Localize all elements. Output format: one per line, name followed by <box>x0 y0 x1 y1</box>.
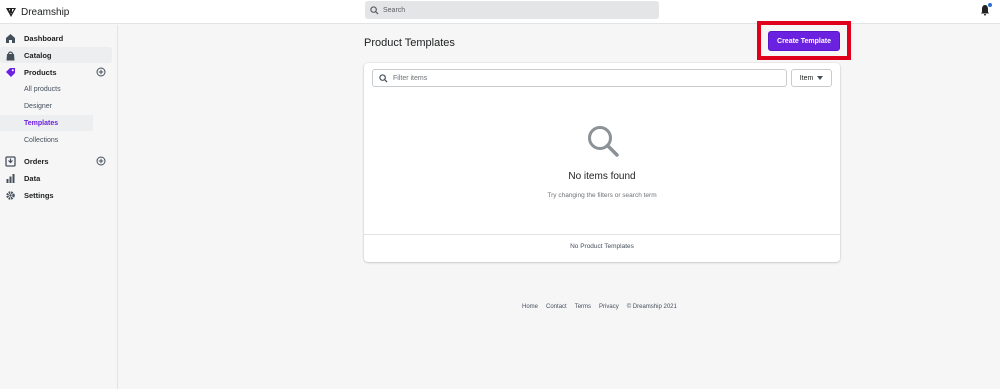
empty-state-title: No items found <box>568 171 636 182</box>
footer-link-contact[interactable]: Contact <box>546 304 567 310</box>
create-template-button[interactable]: Create Template <box>768 31 840 51</box>
plus-circle-icon[interactable] <box>96 156 106 166</box>
page-title: Product Templates <box>364 37 455 49</box>
page-footer: Home Contact Terms Privacy © Dreamship 2… <box>522 304 677 310</box>
sidebar-subitem-label: Designer <box>24 102 53 110</box>
logo-icon <box>6 8 16 17</box>
sidebar-item-label: Settings <box>24 190 54 200</box>
dashboard-icon <box>6 33 15 43</box>
sidebar-item-orders[interactable]: Orders <box>0 153 112 169</box>
footer-link-privacy[interactable]: Privacy <box>599 304 619 310</box>
search-icon <box>370 5 379 15</box>
search-placeholder: Search <box>383 6 406 14</box>
templates-card: Filter items Item No items found Try cha… <box>364 63 840 262</box>
card-divider <box>364 234 840 235</box>
notification-dot <box>988 3 992 7</box>
card-footer-text: No Product Templates <box>570 243 634 250</box>
sidebar-item-label: Data <box>24 173 41 183</box>
footer-link-home[interactable]: Home <box>522 304 538 310</box>
footer-copyright: © Dreamship 2021 <box>626 304 677 310</box>
brand[interactable]: Dreamship <box>5 4 69 20</box>
sidebar-subitem-templates[interactable]: Templates <box>0 115 93 131</box>
sidebar-subitem-collections[interactable]: Collections <box>0 132 93 148</box>
sidebar-item-settings[interactable]: Settings <box>0 187 112 203</box>
sidebar-item-data[interactable]: Data <box>0 170 112 186</box>
footer-link-terms[interactable]: Terms <box>575 304 591 310</box>
sidebar-item-label: Orders <box>24 156 49 166</box>
item-dropdown[interactable]: Item <box>791 69 832 87</box>
sidebar-item-label: Catalog <box>24 50 52 60</box>
search-input[interactable]: Search <box>365 1 659 19</box>
caret-down-icon <box>817 76 824 80</box>
data-icon <box>6 173 15 183</box>
sidebar-subitem-designer[interactable]: Designer <box>0 98 93 114</box>
catalog-icon <box>6 51 15 60</box>
sidebar-item-label: Products <box>24 67 57 77</box>
plus-circle-icon[interactable] <box>96 67 106 77</box>
sidebar-item-dashboard[interactable]: Dashboard <box>0 30 112 46</box>
item-dropdown-label: Item <box>799 74 814 82</box>
sidebar-subitem-label: Templates <box>24 119 59 127</box>
filter-placeholder: Filter items <box>393 74 428 82</box>
filter-search-icon <box>379 73 388 83</box>
brand-name: Dreamship <box>21 6 70 18</box>
orders-icon <box>5 155 16 167</box>
sidebar-item-catalog[interactable]: Catalog <box>0 47 112 63</box>
empty-state-subtitle: Try changing the filters or search term <box>547 192 657 199</box>
sidebar-subitem-label: Collections <box>24 136 59 144</box>
sidebar-subitem-label: All products <box>24 85 61 93</box>
sidebar: Dashboard Catalog Products All products … <box>0 25 118 389</box>
products-icon <box>6 67 15 77</box>
empty-search-icon <box>588 126 619 157</box>
sidebar-item-label: Dashboard <box>24 33 64 43</box>
settings-icon <box>6 190 15 200</box>
sidebar-subitem-all-products[interactable]: All products <box>0 81 93 97</box>
filter-input[interactable]: Filter items <box>372 69 787 87</box>
sidebar-item-products[interactable]: Products <box>0 64 112 80</box>
